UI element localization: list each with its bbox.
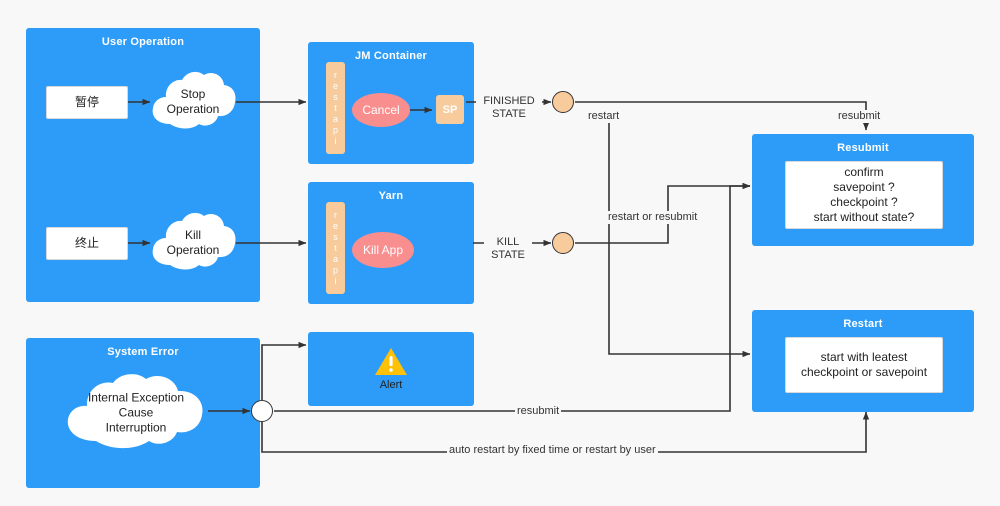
restapi-letter: a: [332, 253, 338, 264]
finished-state-l1: FINISHED: [483, 95, 535, 107]
savepoint-rect[interactable]: SP: [436, 95, 464, 124]
cancel-ellipse[interactable]: Cancel: [352, 93, 410, 127]
cloud-shape: [152, 71, 236, 129]
restapi-letter: i: [334, 275, 337, 286]
cloud-shape: [152, 212, 236, 270]
restart-line2: checkpoint or savepoint: [800, 365, 928, 379]
edge-label-restart-or-resubmit: restart or resubmit: [606, 211, 700, 224]
restapi-letter: r: [334, 209, 337, 220]
edge-label-kill-state: KILL STATE: [484, 236, 532, 262]
restart-body-box[interactable]: start with leatest checkpoint or savepoi…: [785, 337, 943, 393]
restapi-letter: s: [333, 231, 338, 242]
resubmit-line2: savepoint ?: [833, 180, 895, 194]
jm-rest-api-bar[interactable]: r e s t a p i: [326, 62, 345, 154]
restapi-letter: a: [332, 113, 338, 124]
resubmit-line3: checkpoint ?: [830, 195, 898, 209]
stop-operation-cloud[interactable]: Stop Operation: [148, 66, 238, 138]
resubmit-line1: confirm: [844, 165, 884, 179]
kill-state-l1: KILL: [496, 236, 520, 248]
diagram-canvas: User Operation 暂停 Stop Operation 终止 Kill…: [0, 0, 1000, 506]
restapi-letter: r: [334, 69, 337, 80]
restapi-letter: p: [332, 124, 338, 135]
edge-label-resubmit-bottom: resubmit: [515, 405, 562, 418]
restapi-letter: e: [332, 220, 338, 231]
resubmit-body-box[interactable]: confirm savepoint ? checkpoint ? start w…: [785, 161, 943, 229]
restapi-letter: e: [332, 80, 338, 91]
kill-state-node[interactable]: [552, 232, 574, 254]
cloud-shape: [67, 374, 203, 449]
edge-label-restart: restart: [586, 110, 622, 123]
restapi-letter: t: [334, 102, 337, 113]
internal-exception-cloud[interactable]: Internal Exception Cause Interruption: [62, 371, 210, 455]
yarn-rest-api-bar[interactable]: r e s t a p i: [326, 202, 345, 294]
restapi-letter: s: [333, 91, 338, 102]
cancel-ellipse-label: Cancel: [362, 103, 400, 117]
savepoint-rect-label: SP: [442, 103, 458, 116]
restart-line1: start with leatest: [820, 350, 908, 364]
finished-state-l2: STATE: [492, 108, 526, 120]
kill-app-ellipse[interactable]: Kill App: [352, 232, 414, 268]
finished-state-node[interactable]: [552, 91, 574, 113]
edge-label-finished-state: FINISHED STATE: [476, 95, 542, 121]
resubmit-line4: start without state?: [813, 210, 915, 224]
kill-app-ellipse-label: Kill App: [362, 243, 404, 257]
edge-label-auto-restart: auto restart by fixed time or restart by…: [447, 444, 658, 457]
system-error-node[interactable]: [251, 400, 273, 422]
restapi-letter: t: [334, 242, 337, 253]
kill-state-l2: STATE: [491, 249, 525, 261]
kill-operation-cloud[interactable]: Kill Operation: [148, 207, 238, 279]
restapi-letter: p: [332, 264, 338, 275]
edge-label-resubmit-top: resubmit: [836, 110, 883, 123]
restapi-letter: i: [334, 135, 337, 146]
